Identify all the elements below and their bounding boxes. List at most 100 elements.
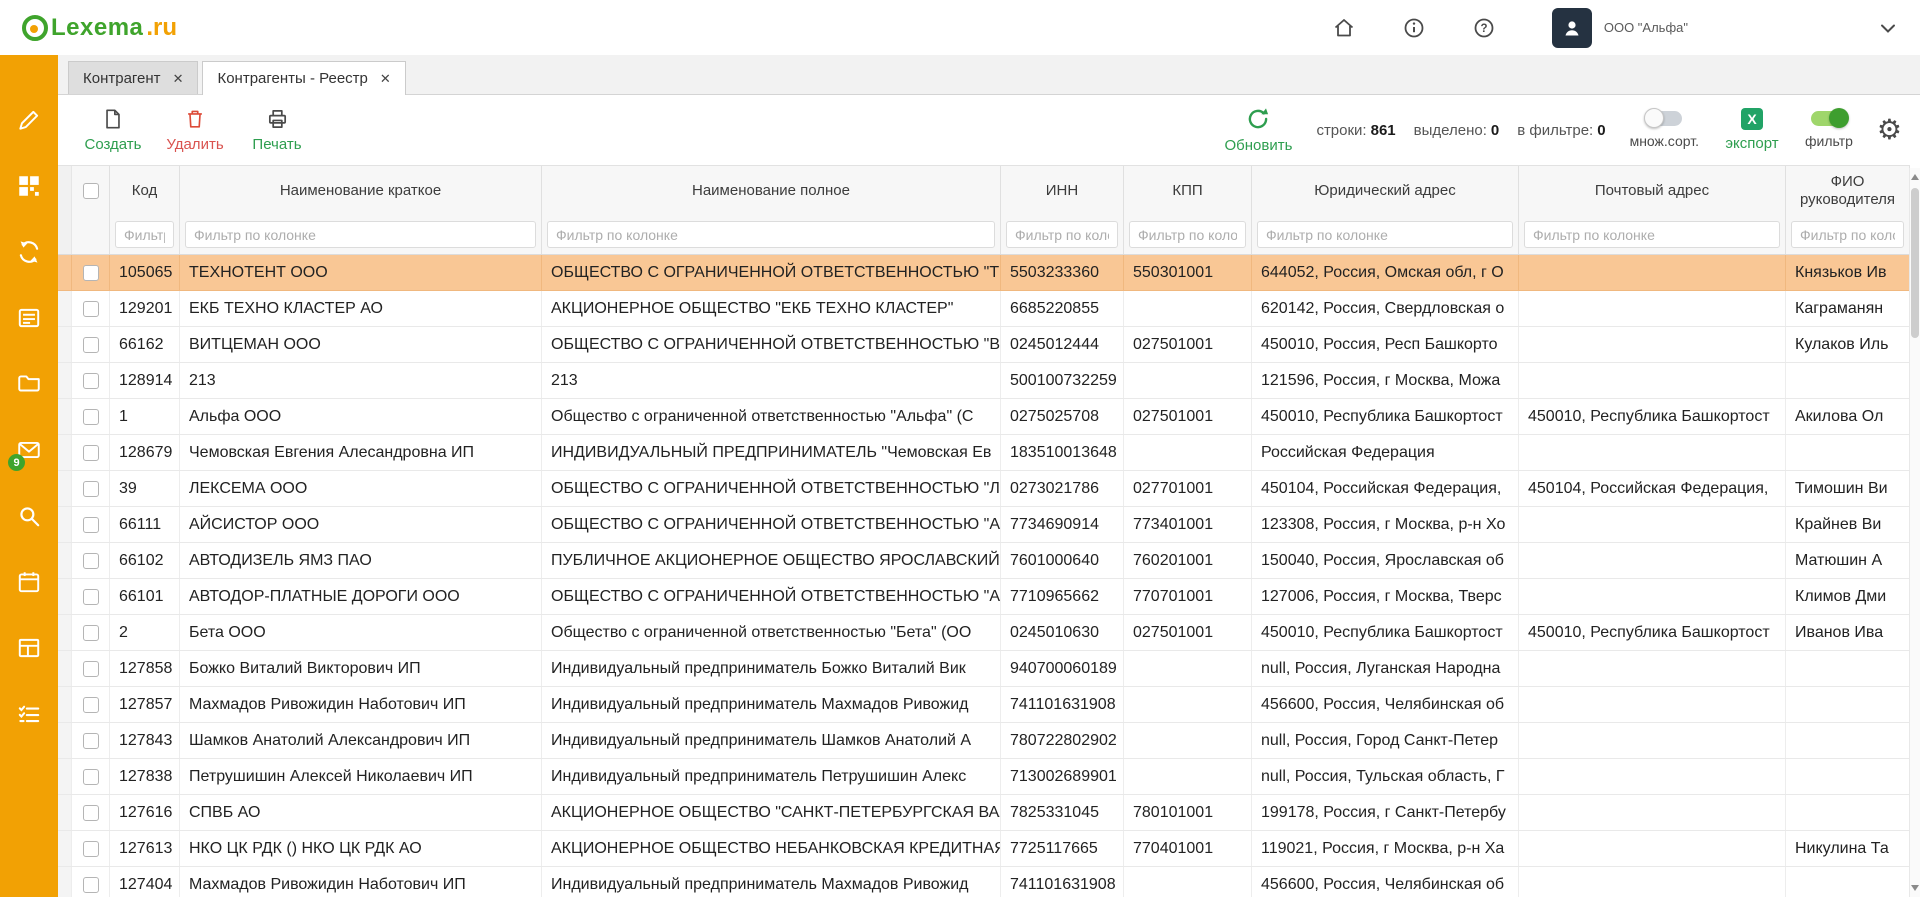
table-row[interactable]: 39ЛЕКСЕМА ООООБЩЕСТВО С ОГРАНИЧЕННОЙ ОТВ… xyxy=(58,471,1910,507)
table-row[interactable]: 127404Махмадов Ривожидин Наботович ИПИнд… xyxy=(58,867,1910,897)
close-icon[interactable]: ✕ xyxy=(380,72,391,85)
create-button[interactable]: Создать xyxy=(84,107,142,153)
gear-icon[interactable]: ⚙ xyxy=(1877,116,1902,144)
search-icon[interactable] xyxy=(16,503,42,529)
select-all-checkbox[interactable] xyxy=(83,183,99,199)
filter-input-director-fio[interactable] xyxy=(1791,221,1904,248)
column-header-inn[interactable]: ИНН xyxy=(1001,166,1124,216)
filter-input-kpp[interactable] xyxy=(1129,221,1246,248)
cell-postal-address xyxy=(1519,255,1786,290)
tab-kontragenty-reestr[interactable]: Контрагенты - Реестр ✕ xyxy=(202,61,405,95)
delete-button[interactable]: Удалить xyxy=(166,107,224,153)
row-checkbox[interactable] xyxy=(83,661,99,677)
column-header-kpp[interactable]: КПП xyxy=(1124,166,1252,216)
row-checkbox[interactable] xyxy=(83,877,99,893)
calendar-icon[interactable] xyxy=(16,569,42,595)
mail-icon[interactable]: 9 xyxy=(16,437,42,463)
table-row[interactable]: 127616СПВБ АОАКЦИОНЕРНОЕ ОБЩЕСТВО "САНКТ… xyxy=(58,795,1910,831)
column-header-postal-address[interactable]: Почтовый адрес xyxy=(1519,166,1786,216)
table-row[interactable]: 127858Божко Виталий Викторович ИПИндивид… xyxy=(58,651,1910,687)
row-indicator xyxy=(58,435,72,470)
export-button[interactable]: X экспорт xyxy=(1723,108,1781,152)
table-row[interactable]: 128914213213500100732259121596, Россия, … xyxy=(58,363,1910,399)
table-row[interactable]: 129201ЕКБ ТЕХНО КЛАСТЕР АОАКЦИОНЕРНОЕ ОБ… xyxy=(58,291,1910,327)
column-header-full-name[interactable]: Наименование полное xyxy=(542,166,1001,216)
list-icon[interactable] xyxy=(16,305,42,331)
cell-director-fio: Князьков Ив xyxy=(1786,255,1910,290)
row-checkbox[interactable] xyxy=(83,337,99,353)
refresh-button[interactable]: Обновить xyxy=(1225,106,1293,154)
edit-icon[interactable] xyxy=(16,107,42,133)
apps-icon[interactable] xyxy=(16,173,42,199)
row-checkbox[interactable] xyxy=(83,445,99,461)
scrollbar-thumb[interactable] xyxy=(1911,188,1919,338)
logo-text: Lexema xyxy=(51,14,143,42)
row-checkbox[interactable] xyxy=(83,481,99,497)
multisort-toggle[interactable]: множ.сорт. xyxy=(1630,111,1699,149)
table-row[interactable]: 127838Петрушишин Алексей Николаевич ИПИн… xyxy=(58,759,1910,795)
table-row[interactable]: 127857Махмадов Ривожидин Наботович ИПИнд… xyxy=(58,687,1910,723)
table-row[interactable]: 127613НКО ЦК РДК () НКО ЦК РДК АОАКЦИОНЕ… xyxy=(58,831,1910,867)
close-icon[interactable]: ✕ xyxy=(173,72,184,85)
row-checkbox-cell xyxy=(72,543,110,578)
scroll-up-arrow[interactable] xyxy=(1910,170,1920,184)
table-row[interactable]: 66101АВТОДОР-ПЛАТНЫЕ ДОРОГИ ООООБЩЕСТВО … xyxy=(58,579,1910,615)
row-checkbox[interactable] xyxy=(83,841,99,857)
cell-code: 127838 xyxy=(110,759,180,794)
table-row[interactable]: 105065ТЕХНОТЕНТ ООООБЩЕСТВО С ОГРАНИЧЕНН… xyxy=(58,255,1910,291)
row-checkbox[interactable] xyxy=(83,625,99,641)
table-row[interactable]: 128679Чемовская Евгения Алесандровна ИПИ… xyxy=(58,435,1910,471)
column-header-director-fio[interactable]: ФИО руководителя xyxy=(1786,166,1910,216)
excel-icon: X xyxy=(1741,108,1763,130)
vertical-scrollbar[interactable] xyxy=(1909,168,1920,897)
cell-kpp: 027701001 xyxy=(1124,471,1252,506)
app-logo[interactable]: Lexema.ru xyxy=(22,14,177,42)
filter-input-full-name[interactable] xyxy=(547,221,995,248)
column-header-code[interactable]: Код xyxy=(110,166,180,216)
folder-icon[interactable] xyxy=(16,371,42,397)
row-checkbox[interactable] xyxy=(83,373,99,389)
row-checkbox[interactable] xyxy=(83,769,99,785)
row-checkbox[interactable] xyxy=(83,265,99,281)
row-checkbox[interactable] xyxy=(83,553,99,569)
table-row[interactable]: 66111АЙСИСТОР ООООБЩЕСТВО С ОГРАНИЧЕННОЙ… xyxy=(58,507,1910,543)
row-checkbox[interactable] xyxy=(83,517,99,533)
cell-short-name: Петрушишин Алексей Николаевич ИП xyxy=(180,759,542,794)
column-header-short-name[interactable]: Наименование краткое xyxy=(180,166,542,216)
chevron-down-icon[interactable] xyxy=(1876,16,1900,40)
cell-director-fio: Акилова Ол xyxy=(1786,399,1910,434)
tab-kontragent[interactable]: Контрагент ✕ xyxy=(68,61,198,94)
row-checkbox[interactable] xyxy=(83,805,99,821)
cell-inn: 7725117665 xyxy=(1001,831,1124,866)
scroll-down-arrow[interactable] xyxy=(1910,881,1920,895)
table-row[interactable]: 127843Шамков Анатолий Александрович ИПИн… xyxy=(58,723,1910,759)
table-row[interactable]: 2Бета ООООбщество с ограниченной ответст… xyxy=(58,615,1910,651)
row-checkbox[interactable] xyxy=(83,589,99,605)
filter-toggle[interactable]: фильтр xyxy=(1805,111,1853,149)
table-icon[interactable] xyxy=(16,635,42,661)
row-checkbox[interactable] xyxy=(83,733,99,749)
row-checkbox[interactable] xyxy=(83,301,99,317)
print-button[interactable]: Печать xyxy=(248,107,306,153)
column-header-legal-address[interactable]: Юридический адрес xyxy=(1252,166,1519,216)
filter-input-postal-address[interactable] xyxy=(1524,221,1780,248)
cell-code: 128914 xyxy=(110,363,180,398)
filter-input-code[interactable] xyxy=(115,221,174,248)
table-row[interactable]: 1Альфа ООООбщество с ограниченной ответс… xyxy=(58,399,1910,435)
table-row[interactable]: 66102АВТОДИЗЕЛЬ ЯМЗ ПАОПУБЛИЧНОЕ АКЦИОНЕ… xyxy=(58,543,1910,579)
row-checkbox[interactable] xyxy=(83,409,99,425)
home-icon[interactable] xyxy=(1332,16,1356,40)
filter-input-legal-address[interactable] xyxy=(1257,221,1513,248)
filter-input-inn[interactable] xyxy=(1006,221,1118,248)
cell-legal-address: 199178, Россия, г Санкт-Петербу xyxy=(1252,795,1519,830)
checklist-icon[interactable] xyxy=(16,701,42,727)
row-checkbox[interactable] xyxy=(83,697,99,713)
toggle-on-icon xyxy=(1811,111,1847,126)
sync-icon[interactable] xyxy=(16,239,42,265)
cell-code: 127857 xyxy=(110,687,180,722)
user-block[interactable]: ООО "Альфа" xyxy=(1552,8,1688,48)
help-icon[interactable]: ? xyxy=(1472,16,1496,40)
info-icon[interactable] xyxy=(1402,16,1426,40)
filter-input-short-name[interactable] xyxy=(185,221,536,248)
table-row[interactable]: 66162ВИТЦЕМАН ООООБЩЕСТВО С ОГРАНИЧЕННОЙ… xyxy=(58,327,1910,363)
